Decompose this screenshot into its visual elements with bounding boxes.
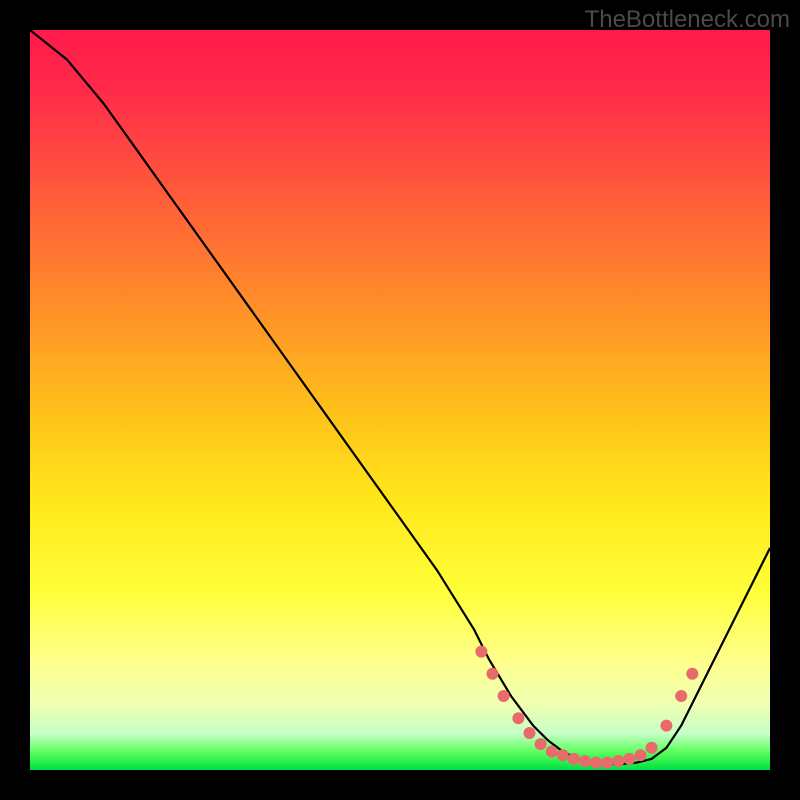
marker-dot <box>579 755 591 767</box>
marker-dot <box>623 753 635 765</box>
marker-dot <box>568 753 580 765</box>
marker-dot <box>612 755 624 767</box>
marker-dot <box>686 668 698 680</box>
chart-svg <box>30 30 770 770</box>
marker-dot <box>635 749 647 761</box>
main-curve <box>30 30 770 764</box>
marker-dot <box>660 720 672 732</box>
marker-dot <box>557 749 569 761</box>
marker-dot <box>675 690 687 702</box>
marker-dot <box>524 727 536 739</box>
marker-dot <box>512 712 524 724</box>
marker-dot <box>498 690 510 702</box>
marker-dot <box>590 757 602 769</box>
marker-dot <box>601 757 613 769</box>
plot-area <box>30 30 770 770</box>
marker-dot <box>535 738 547 750</box>
watermark-text: TheBottleneck.com <box>585 6 790 34</box>
marker-dot <box>487 668 499 680</box>
marker-dot <box>646 742 658 754</box>
marker-dot <box>475 646 487 658</box>
marker-dot <box>546 746 558 758</box>
